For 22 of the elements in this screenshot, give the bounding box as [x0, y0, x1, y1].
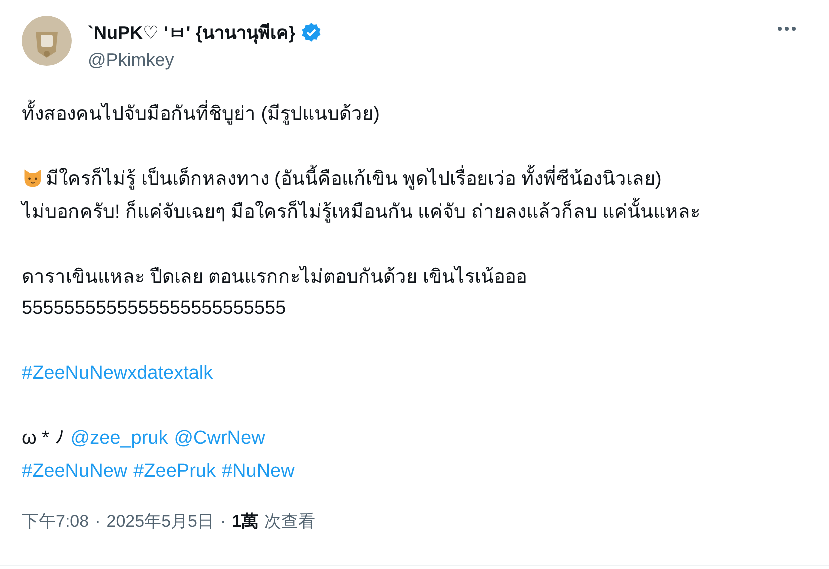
author-handle[interactable]: @Pkimkey: [88, 50, 777, 71]
mention-link[interactable]: @zee_pruk: [70, 428, 168, 450]
author-name[interactable]: `NuPK♡ 'ㅂ' {นานานุพีเค}: [88, 18, 296, 47]
post-date-link[interactable]: 2025年5月5日: [106, 510, 214, 533]
view-count: 1萬: [232, 511, 259, 533]
tweet-text: ทั้งสองคนไปจับมือกันที่ชิบูย่า (มีรูปแนบด้วย): [22, 98, 380, 128]
hashtag-link[interactable]: #ZeeNuNew: [22, 460, 128, 482]
tweet-text: 5555555555555555555555555: [22, 298, 286, 320]
tweet-text: มีใครก็ไม่รู้ เป็นเด็กหลงทาง (อันนี้คือแก้เขิน พูดไปเรื่อยเว่อ ทั้งพี่ซีน้องนิวเลย): [46, 162, 662, 192]
hashtag-link[interactable]: #ZeePruk: [134, 460, 216, 482]
separator-dot: ·: [95, 512, 101, 532]
more-icon[interactable]: [777, 26, 797, 32]
mention-link[interactable]: @CwrNew: [174, 428, 266, 450]
hashtag-link[interactable]: #NuNew: [222, 460, 295, 482]
avatar[interactable]: [22, 16, 72, 66]
tweet-text: ดาราเขินแหละ ปืดเลย ตอนแรกกะไม่ตอบกันด้วย เขินไรเน้อออ: [22, 265, 527, 290]
tweet-text: ไม่บอกครับ! ก็แค่จับเฉยๆ มือใครก็ไม่รู้เหมือนกัน แค่จับ ถ่ายลงแล้วก็ลบ แค่นั้นแหละ: [22, 196, 701, 226]
separator-dot: ·: [220, 512, 226, 532]
tweet-text: ω * ﾉ: [22, 427, 65, 450]
post-time-link[interactable]: 下午7:08: [22, 510, 90, 533]
views-label: 次查看: [264, 511, 316, 533]
hashtag-link[interactable]: #ZeeNuNewxdatextalk: [22, 362, 214, 384]
